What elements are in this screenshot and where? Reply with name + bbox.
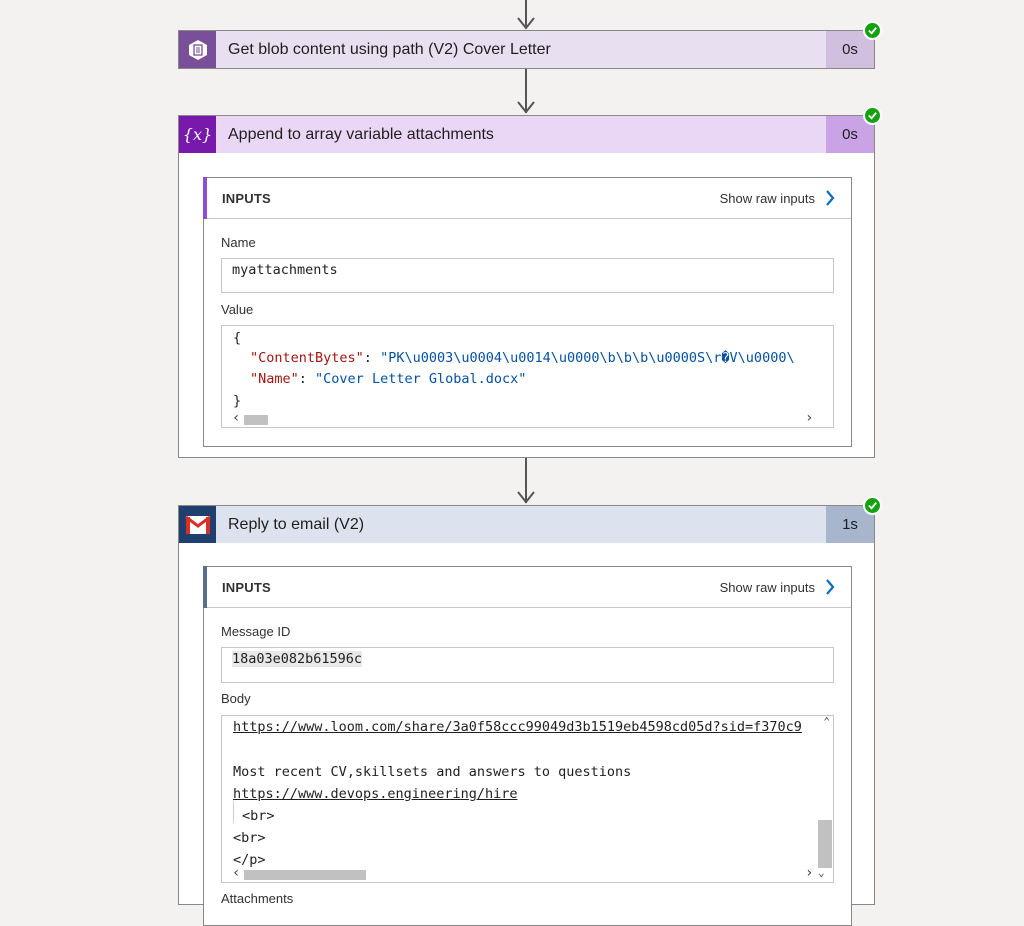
step-title: Get blob content using path (V2) Cover L… (228, 40, 551, 58)
inputs-panel: INPUTS Show raw inputs Name myattachment… (203, 177, 852, 447)
scroll-left-icon[interactable]: ‹ (232, 865, 240, 881)
name-value-text: myattachments (232, 262, 338, 278)
scroll-up-icon[interactable]: ⌃ (823, 716, 830, 728)
value-field-label: Value (221, 302, 254, 317)
scrollbar-thumb[interactable] (244, 415, 268, 425)
show-raw-inputs-label: Show raw inputs (719, 579, 815, 595)
show-raw-inputs-label: Show raw inputs (719, 190, 815, 206)
flow-connector-arrow (516, 0, 536, 30)
step-get-blob-content[interactable]: Get blob content using path (V2) Cover L… (178, 21, 882, 69)
message-id-text: 18a03e082b61596c (232, 651, 363, 667)
step-header[interactable]: Get blob content using path (V2) Cover L… (179, 21, 882, 68)
step-append-to-array-variable[interactable]: {x} Append to array variable attachments… (178, 106, 882, 458)
name-field-value: myattachments (221, 258, 834, 293)
scrollbar-thumb[interactable] (244, 870, 366, 880)
success-check-icon (863, 106, 882, 125)
flow-connector-arrow (516, 69, 536, 115)
inputs-header: INPUTS Show raw inputs (203, 566, 851, 608)
json-line-content-bytes: "ContentBytes": "PK\u0003\u0004\u0014\u0… (250, 350, 795, 366)
attachments-label: Attachments (221, 891, 294, 906)
step-title: Reply to email (V2) (228, 515, 365, 533)
vertical-scrollbar[interactable]: ⌃ (817, 716, 833, 868)
json-key: "ContentBytes" (250, 350, 364, 366)
step-header[interactable]: {x} Append to array variable attachments… (179, 106, 882, 153)
flow-connector-arrow (516, 458, 536, 505)
inputs-label: INPUTS (222, 579, 271, 595)
body-line: <br> (233, 830, 266, 846)
name-field-label: Name (221, 235, 256, 250)
json-key: "Name" (250, 371, 299, 387)
horizontal-scrollbar[interactable]: ‹ › ⌄ (222, 865, 833, 882)
variable-icon: {x} (179, 116, 216, 153)
json-value: "PK\u0003\u0004\u0014\u0000\b\b\b\u0000S… (380, 350, 795, 366)
scroll-down-icon[interactable]: ⌄ (818, 866, 825, 879)
json-close-brace: } (233, 393, 242, 409)
step-title: Append to array variable attachments (228, 125, 494, 143)
chevron-right-icon (826, 579, 835, 595)
horizontal-scrollbar[interactable]: ‹ › (222, 410, 833, 427)
scrollbar-thumb[interactable] (818, 820, 832, 868)
message-id-label: Message ID (221, 624, 291, 639)
body-line: <br> (242, 808, 275, 824)
inputs-header: INPUTS Show raw inputs (203, 177, 851, 219)
json-open-brace: { (233, 330, 242, 346)
blob-storage-icon (179, 31, 216, 68)
body-line: https://www.loom.com/share/3a0f58ccc9904… (233, 719, 802, 735)
scroll-right-icon[interactable]: › (805, 410, 813, 427)
json-value: "Cover Letter Global.docx" (315, 371, 527, 387)
value-field-code: { "ContentBytes": "PK\u0003\u0004\u0014\… (221, 325, 834, 428)
scroll-right-icon[interactable]: › (805, 865, 813, 881)
show-raw-inputs-link[interactable]: Show raw inputs (720, 579, 835, 595)
step-header[interactable]: Reply to email (V2) 1s (179, 496, 882, 543)
step-reply-to-email[interactable]: Reply to email (V2) 1s INPUTS Show raw i… (178, 496, 882, 926)
chevron-right-icon (826, 190, 835, 206)
json-line-name: "Name": "Cover Letter Global.docx" (250, 371, 527, 387)
show-raw-inputs-link[interactable]: Show raw inputs (720, 190, 835, 206)
inputs-accent-bar (203, 566, 207, 608)
body-label: Body (221, 691, 251, 706)
inputs-accent-bar (203, 177, 207, 219)
inputs-panel: INPUTS Show raw inputs Message ID 18a03e… (203, 566, 852, 926)
body-line: https://www.devops.engineering/hire (233, 786, 518, 802)
body-line: Most recent CV,skillsets and answers to … (233, 764, 632, 780)
message-id-value: 18a03e082b61596c (221, 647, 834, 683)
gmail-icon (179, 506, 216, 543)
success-check-icon (863, 496, 882, 515)
success-check-icon (863, 21, 882, 40)
scroll-left-icon[interactable]: ‹ (232, 410, 240, 427)
inputs-label: INPUTS (222, 190, 271, 206)
body-field-code: https://www.loom.com/share/3a0f58ccc9904… (221, 715, 834, 883)
indent-guide (233, 801, 234, 823)
